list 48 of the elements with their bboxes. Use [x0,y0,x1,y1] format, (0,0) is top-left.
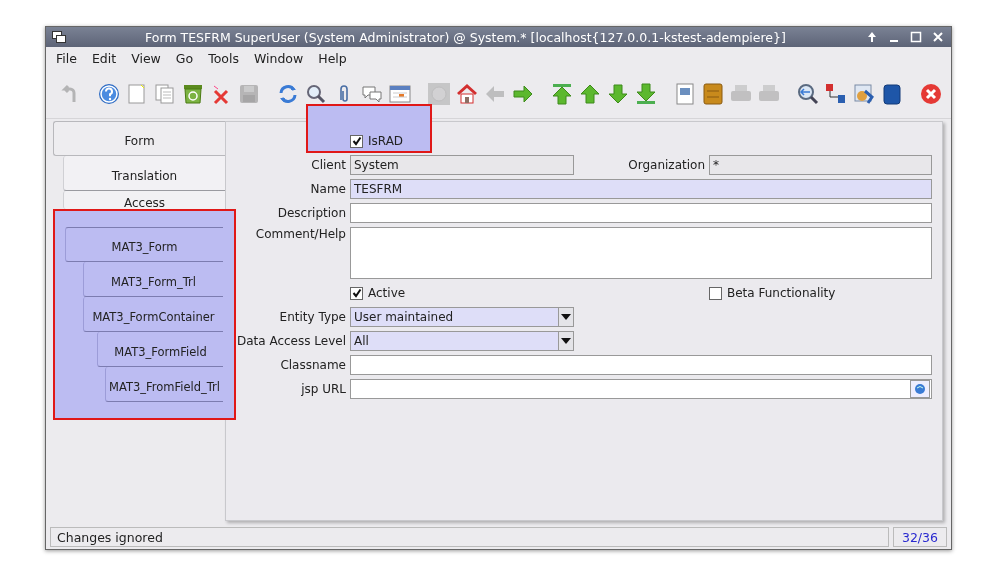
checkbox[interactable]: Active [350,286,406,300]
status-message: Changes ignored [50,527,889,547]
pin-icon[interactable] [865,30,879,44]
tab[interactable]: Form [53,121,225,156]
url-field[interactable] [350,379,932,399]
menu-item[interactable]: Tools [208,51,239,66]
tab[interactable]: MAT3_Form [65,227,223,262]
caret-icon [561,338,571,344]
menu-item[interactable]: Help [318,51,347,66]
text-field[interactable]: System [350,155,574,175]
menu-item[interactable]: Window [253,51,304,66]
text-area[interactable] [350,227,932,279]
menu-item[interactable]: Edit [91,51,117,66]
checkbox[interactable]: IsRAD [350,134,404,148]
field-label: Comment/Help [254,227,346,241]
menu-item[interactable]: View [131,51,161,66]
field-label: Classname [279,358,346,372]
checkmark-icon [351,288,362,298]
checkmark-icon [351,136,362,146]
field-label: Description [276,206,346,220]
field-label: Client [310,158,346,172]
tab[interactable]: MAT3_FormContainer [83,297,223,332]
field-label: Entity Type [278,310,346,324]
globe-icon [914,383,926,395]
tab[interactable]: MAT3_FormField [97,332,223,367]
maximize-icon[interactable] [909,30,923,44]
text-field[interactable] [350,203,932,223]
field-label: Organization [627,158,705,172]
field-label: jsp URL [300,382,346,396]
window-icon [52,31,66,43]
tab[interactable]: MAT3_FromField_Trl [105,367,223,402]
text-field[interactable]: TESFRM [350,179,932,199]
menu-item[interactable]: Go [175,51,194,66]
dropdown[interactable]: All [350,331,574,351]
menu-item[interactable]: File [56,51,77,66]
tab[interactable]: Access [63,191,225,209]
tab[interactable]: Translation [63,156,225,191]
field-label: Data Access Level [235,334,346,348]
dropdown[interactable]: User maintained [350,307,574,327]
tab[interactable]: MAT3_Form_Trl [83,262,223,297]
field-label: Name [309,182,346,196]
text-field[interactable] [350,355,932,375]
text-field[interactable]: * [709,155,932,175]
caret-icon [561,314,571,320]
record-counter: 32/36 [892,527,947,547]
close-icon[interactable] [931,30,945,44]
window-title: Form TESFRM SuperUser (System Administrator) @ System.* [localhost{127.0.0.1-kstest-adempiere}] [144,29,787,45]
checkbox[interactable]: Beta Functionality [709,286,836,300]
